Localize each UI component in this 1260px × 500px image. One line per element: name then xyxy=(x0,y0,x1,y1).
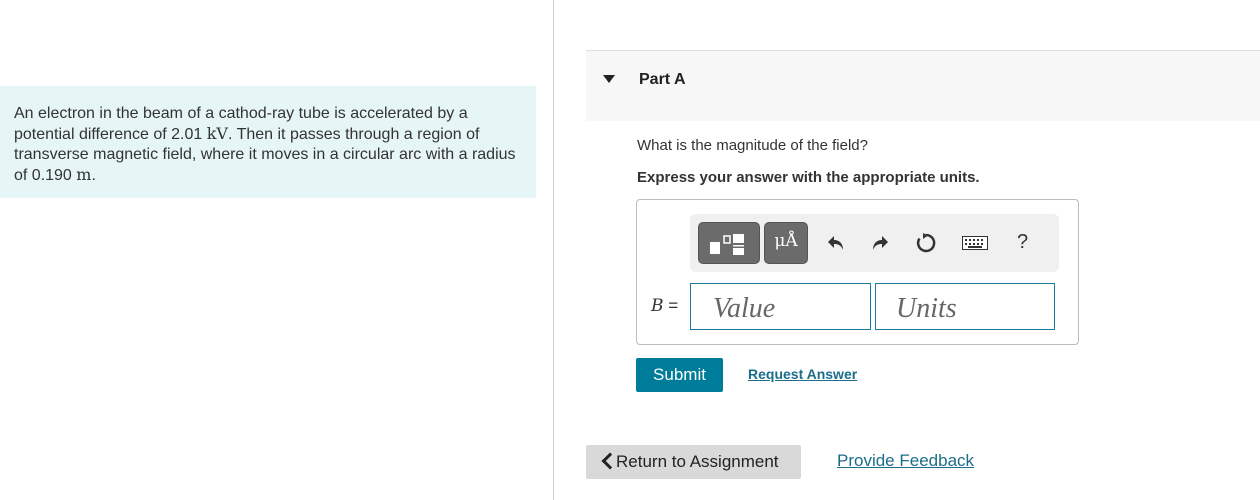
units-symbol-icon: μÅ xyxy=(774,231,798,251)
problem-panel: An electron in the beam of a cathod-ray … xyxy=(0,86,536,198)
variable-name: B xyxy=(651,296,664,316)
question-text: What is the magnitude of the field? xyxy=(637,137,868,154)
collapse-caret-icon[interactable] xyxy=(603,75,615,83)
redo-icon[interactable] xyxy=(868,231,892,255)
problem-text-3: . xyxy=(91,167,96,184)
keyboard-icon[interactable] xyxy=(961,231,989,255)
variable-label: B = xyxy=(651,296,678,316)
help-icon[interactable]: ? xyxy=(1017,231,1028,254)
submit-button[interactable]: Submit xyxy=(636,358,723,392)
column-divider xyxy=(553,0,554,500)
templates-icon xyxy=(710,234,744,255)
voltage-unit: kV xyxy=(206,124,228,143)
units-input[interactable] xyxy=(875,283,1055,330)
part-a-header[interactable]: Part A xyxy=(586,50,1260,121)
request-answer-link[interactable]: Request Answer xyxy=(748,366,857,382)
instruction-text: Express your answer with the appropriate… xyxy=(637,169,980,186)
provide-feedback-link[interactable]: Provide Feedback xyxy=(837,451,974,471)
templates-button[interactable] xyxy=(698,222,760,264)
units-symbol-button[interactable]: μÅ xyxy=(764,222,808,264)
reset-icon[interactable] xyxy=(914,231,938,255)
math-toolbar: μÅ ? xyxy=(690,214,1059,272)
undo-icon[interactable] xyxy=(824,231,848,255)
radius-unit: m xyxy=(76,165,92,184)
problem-statement: An electron in the beam of a cathod-ray … xyxy=(14,104,522,186)
return-to-assignment-button[interactable]: Return to Assignment xyxy=(586,445,801,479)
answer-box: μÅ ? B = xyxy=(636,199,1079,345)
part-title: Part A xyxy=(639,71,686,88)
return-label: Return to Assignment xyxy=(616,452,779,471)
value-input[interactable] xyxy=(690,283,871,330)
equals-sign: = xyxy=(668,296,679,315)
